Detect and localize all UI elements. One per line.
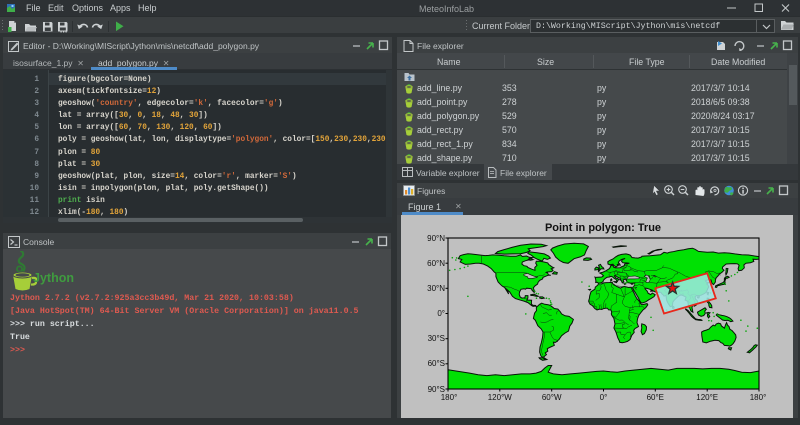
- svg-text:60°N: 60°N: [427, 259, 445, 268]
- svg-text:120°W: 120°W: [488, 393, 513, 402]
- svg-text:60°W: 60°W: [542, 393, 562, 402]
- svg-text:0°: 0°: [600, 393, 608, 402]
- svg-text:Point in polygon: True: Point in polygon: True: [545, 222, 661, 234]
- svg-text:60°S: 60°S: [428, 359, 445, 368]
- svg-text:120°E: 120°E: [696, 393, 718, 402]
- svg-text:180°: 180°: [441, 393, 458, 402]
- svg-text:30°S: 30°S: [428, 334, 445, 343]
- svg-text:180°: 180°: [750, 393, 767, 402]
- svg-text:60°E: 60°E: [647, 393, 664, 402]
- svg-text:90°N: 90°N: [427, 234, 445, 243]
- svg-text:30°N: 30°N: [427, 284, 445, 293]
- svg-text:0°: 0°: [437, 309, 445, 318]
